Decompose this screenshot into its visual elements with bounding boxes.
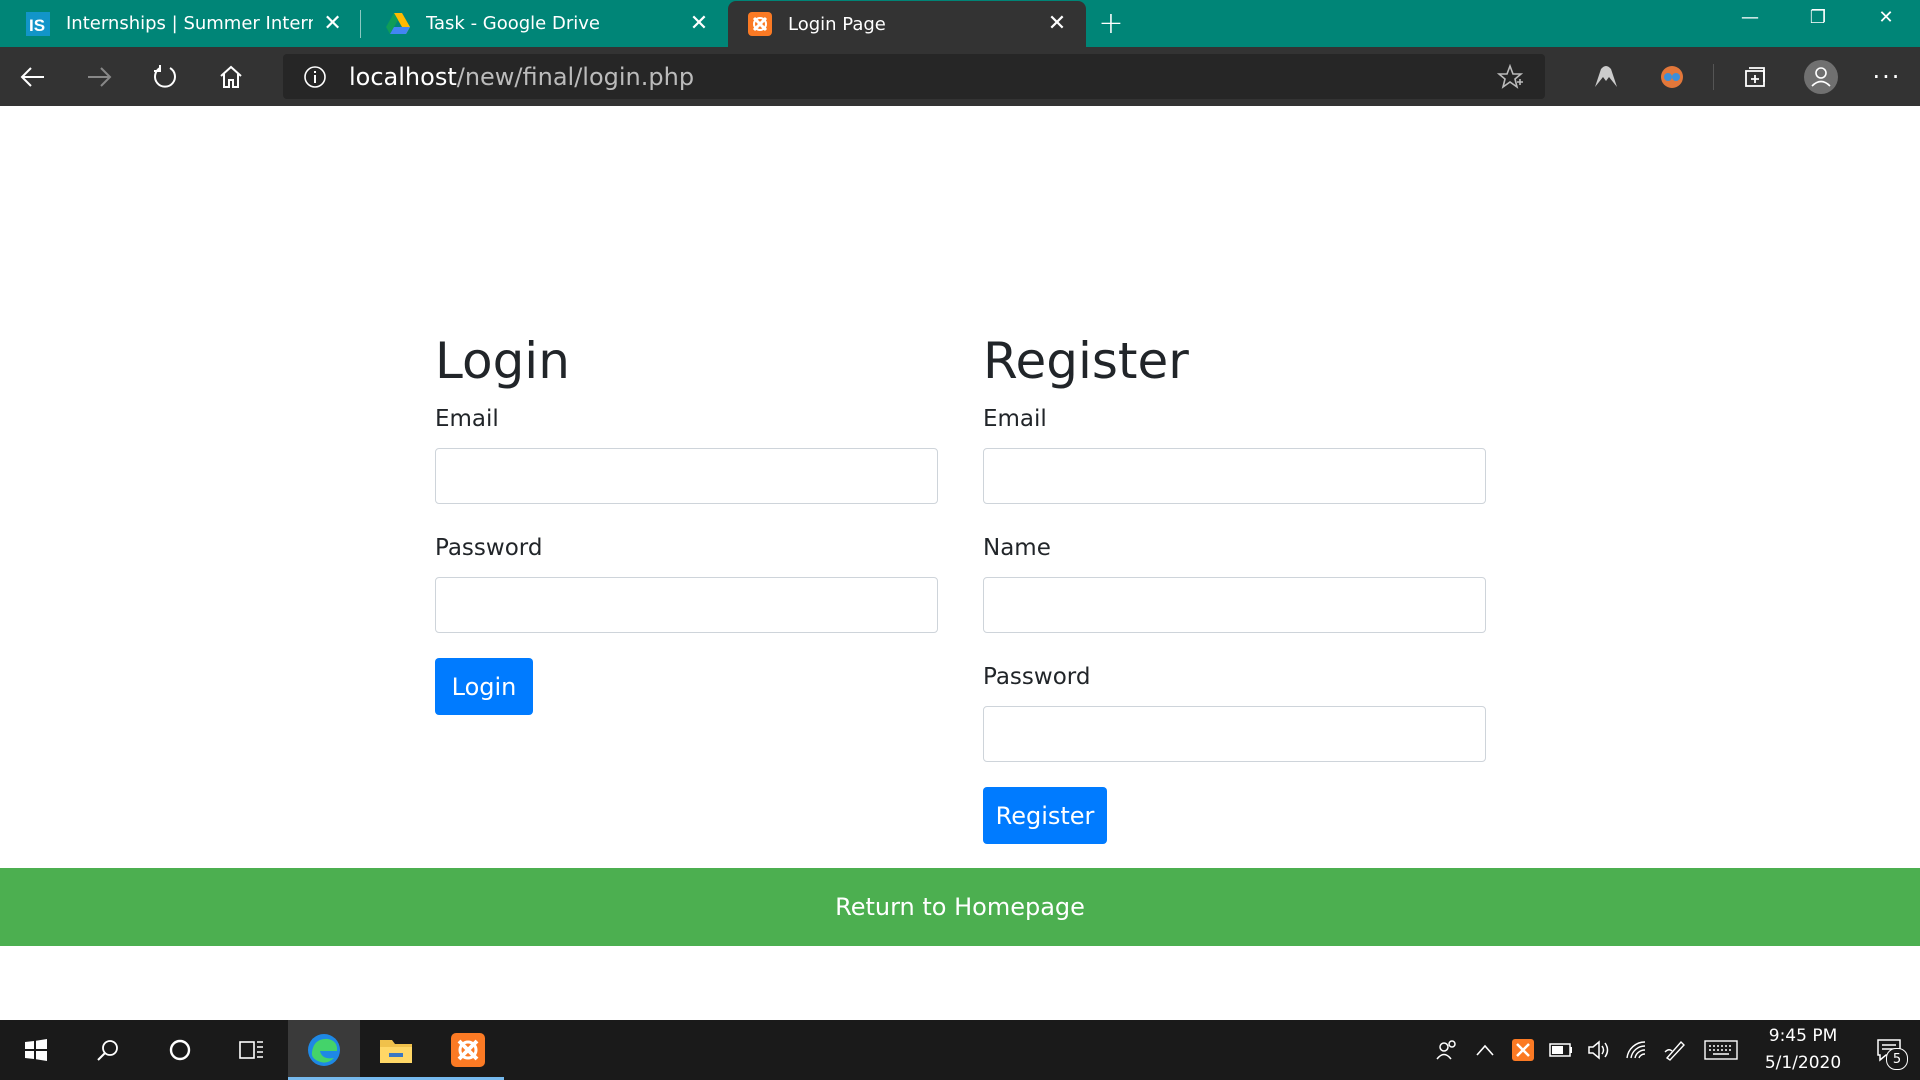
toolbar-separator: [1713, 63, 1714, 90]
refresh-button[interactable]: [132, 47, 198, 106]
return-home-label: Return to Homepage: [835, 893, 1085, 921]
task-view-icon: [239, 1041, 263, 1059]
close-window-icon[interactable]: ✕: [1852, 0, 1920, 34]
register-button[interactable]: Register: [983, 787, 1107, 844]
url-host: localhost: [349, 62, 457, 91]
action-center-button[interactable]: 5: [1858, 1020, 1920, 1080]
chevron-up-icon[interactable]: [1466, 1020, 1504, 1080]
register-name-input[interactable]: [983, 577, 1486, 633]
info-icon[interactable]: [303, 65, 327, 89]
svg-text:IS: IS: [29, 16, 45, 35]
login-email-input[interactable]: [435, 448, 938, 504]
taskbar-file-explorer[interactable]: [360, 1020, 432, 1080]
notification-count-badge: 5: [1886, 1048, 1908, 1070]
close-tab-icon[interactable]: ✕: [1046, 13, 1068, 35]
volume-icon[interactable]: [1580, 1020, 1618, 1080]
tab-title: Login Page: [788, 13, 886, 35]
folder-icon: [380, 1040, 412, 1063]
people-icon[interactable]: [1428, 1020, 1466, 1080]
forward-button[interactable]: [66, 47, 132, 106]
arrow-right-icon: [88, 66, 112, 87]
register-password-label: Password: [983, 664, 1091, 690]
star-icon[interactable]: [1497, 64, 1523, 90]
tab-title: Task - Google Drive: [426, 13, 600, 34]
tab-login-page[interactable]: Login Page ✕: [728, 1, 1086, 47]
home-icon: [220, 65, 242, 88]
login-email-label: Email: [435, 406, 499, 432]
google-drive-icon: [386, 12, 410, 36]
browser-toolbar: localhost/new/final/login.php ···: [0, 47, 1920, 106]
mask-extension-icon[interactable]: [1639, 47, 1705, 106]
clock-time: 9:45 PM: [1768, 1026, 1838, 1046]
extension-icon[interactable]: [1573, 47, 1639, 106]
keyboard-icon[interactable]: [1694, 1020, 1748, 1080]
home-button[interactable]: [198, 47, 264, 106]
close-tab-icon[interactable]: ✕: [688, 12, 710, 35]
register-name-label: Name: [983, 535, 1051, 561]
search-button[interactable]: [72, 1020, 144, 1080]
collections-icon[interactable]: [1722, 47, 1788, 106]
internshala-icon: IS: [26, 11, 50, 36]
window-controls: — ❐ ✕: [1716, 0, 1920, 47]
return-home-link[interactable]: Return to Homepage: [0, 868, 1920, 946]
system-tray: 9:45 PM 5/1/2020 5: [1428, 1020, 1920, 1080]
windows-icon: [25, 1039, 47, 1061]
toolbar-extensions: ···: [1573, 47, 1920, 106]
refresh-icon: [154, 64, 176, 88]
start-button[interactable]: [0, 1020, 72, 1080]
cortana-icon: [169, 1039, 191, 1061]
login-password-label: Password: [435, 535, 543, 561]
tab-internshala[interactable]: IS Internships | Summer Internship ✕: [0, 0, 360, 47]
edge-icon: [308, 1034, 340, 1066]
xampp-icon: [451, 1033, 485, 1067]
url-path: /new/final/login.php: [456, 62, 695, 91]
page-content: Login Email Password Login Register Emai…: [0, 106, 1920, 1020]
back-button[interactable]: [0, 47, 66, 106]
xampp-icon: [748, 12, 772, 36]
new-tab-button[interactable]: +: [1086, 0, 1136, 47]
plus-icon: +: [1098, 6, 1124, 41]
register-email-label: Email: [983, 406, 1047, 432]
taskbar-xampp[interactable]: [432, 1020, 504, 1080]
login-heading: Login: [435, 332, 570, 390]
address-bar[interactable]: localhost/new/final/login.php: [283, 54, 1545, 99]
pen-icon[interactable]: [1656, 1020, 1694, 1080]
cortana-button[interactable]: [144, 1020, 216, 1080]
more-options-icon[interactable]: ···: [1854, 47, 1920, 106]
register-heading: Register: [983, 332, 1189, 390]
register-email-input[interactable]: [983, 448, 1486, 504]
search-icon: [97, 1040, 118, 1061]
battery-icon[interactable]: [1542, 1020, 1580, 1080]
restore-icon[interactable]: ❐: [1784, 0, 1852, 34]
arrow-left-icon: [20, 66, 44, 87]
wifi-icon[interactable]: [1618, 1020, 1656, 1080]
login-button[interactable]: Login: [435, 658, 533, 715]
minimize-icon[interactable]: —: [1716, 0, 1784, 34]
task-view-button[interactable]: [216, 1020, 288, 1080]
xampp-tray-icon[interactable]: [1504, 1020, 1542, 1080]
login-password-input[interactable]: [435, 577, 938, 633]
url-text[interactable]: localhost/new/final/login.php: [349, 63, 694, 91]
register-password-input[interactable]: [983, 706, 1486, 762]
close-tab-icon[interactable]: ✕: [323, 12, 342, 35]
taskbar-edge[interactable]: [288, 1020, 360, 1080]
browser-tab-strip: IS Internships | Summer Internship ✕ Tas…: [0, 0, 1920, 47]
profile-avatar[interactable]: [1788, 47, 1854, 106]
clock-date: 5/1/2020: [1764, 1053, 1842, 1073]
taskbar-clock[interactable]: 9:45 PM 5/1/2020: [1748, 1023, 1858, 1077]
tab-google-drive[interactable]: Task - Google Drive ✕: [360, 0, 728, 47]
windows-taskbar: 9:45 PM 5/1/2020 5: [0, 1020, 1920, 1080]
tab-title: Internships | Summer Internship: [66, 13, 314, 34]
